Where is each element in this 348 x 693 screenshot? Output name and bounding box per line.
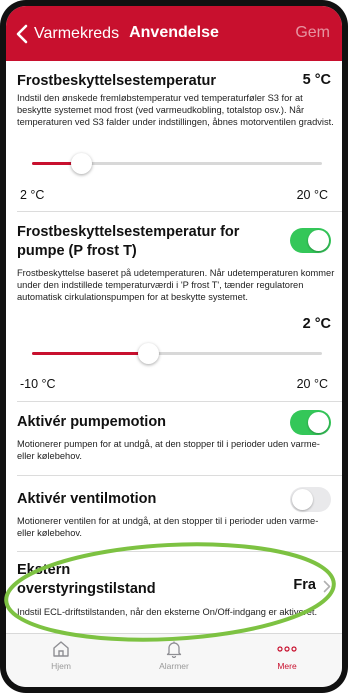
device-frame: Varmekreds Anvendelse Gem Frostbeskyttel… xyxy=(0,0,348,693)
divider xyxy=(17,211,342,212)
frost-temp-max-label: 20 °C xyxy=(296,188,328,202)
frost-pump-slider[interactable] xyxy=(32,343,322,364)
external-override-row[interactable]: Ekstern overstyringstilstand Indstil ECL… xyxy=(6,561,342,618)
tab-home[interactable]: Hjem xyxy=(31,640,91,671)
save-button[interactable]: Gem xyxy=(295,24,330,42)
chevron-right-icon xyxy=(323,580,331,593)
tab-more[interactable]: Mere xyxy=(257,640,317,671)
home-icon xyxy=(53,641,69,657)
frost-pump-description: Frostbeskyttelse baseret på udetemperatu… xyxy=(17,268,335,302)
tab-home-label: Hjem xyxy=(51,661,71,671)
frost-temp-section: Frostbeskyttelsestemperatur 5 °C Indstil… xyxy=(6,72,342,128)
more-icon xyxy=(277,646,297,652)
external-override-description: Indstil ECL-driftstilstanden, når den ek… xyxy=(17,607,318,617)
frost-pump-title: Frostbeskyttelsestemperatur for pumpe (P… xyxy=(17,224,240,259)
divider xyxy=(17,401,342,402)
bell-icon xyxy=(166,641,182,658)
valve-motion-description: Motionerer ventilen for at undgå, at den… xyxy=(17,516,319,538)
nav-header: Varmekreds Anvendelse Gem xyxy=(6,6,342,61)
divider xyxy=(17,475,342,476)
pump-motion-description: Motionerer pumpen for at undgå, at den s… xyxy=(17,439,320,461)
tab-more-label: Mere xyxy=(277,661,297,671)
frost-temp-slider[interactable] xyxy=(32,153,322,174)
tab-alarms[interactable]: Alarmer xyxy=(144,640,204,671)
pump-motion-title: Aktivér pumpemotion xyxy=(17,414,167,430)
valve-motion-title: Aktivér ventilmotion xyxy=(17,491,157,507)
page-title: Anvendelse xyxy=(129,24,219,41)
frost-temp-min-label: 2 °C xyxy=(20,188,45,202)
pump-motion-toggle[interactable] xyxy=(290,410,331,435)
app-screen: Varmekreds Anvendelse Gem Frostbeskyttel… xyxy=(6,6,342,687)
frost-pump-max-label: 20 °C xyxy=(296,377,328,391)
external-override-title-line2: overstyringstilstand xyxy=(17,581,156,597)
tab-bar: Hjem Alarmer Mere xyxy=(6,633,342,687)
external-override-value: Fra xyxy=(293,577,316,593)
frost-temp-description: Indstil den ønskede fremløbstemperatur v… xyxy=(17,93,334,127)
toggle-knob xyxy=(308,230,329,251)
frost-pump-value: 2 °C xyxy=(302,316,331,332)
slider-thumb[interactable] xyxy=(71,153,92,174)
frost-pump-toggle[interactable] xyxy=(290,228,331,253)
slider-fill xyxy=(32,352,148,355)
divider xyxy=(17,551,342,552)
toggle-knob xyxy=(292,489,313,510)
slider-thumb[interactable] xyxy=(138,343,159,364)
external-override-title-line1: Ekstern xyxy=(17,562,71,578)
frost-temp-title: Frostbeskyttelsestemperatur xyxy=(17,73,217,89)
toggle-knob xyxy=(308,412,329,433)
frost-pump-min-label: -10 °C xyxy=(20,377,56,391)
tab-alarms-label: Alarmer xyxy=(159,661,189,671)
valve-motion-toggle[interactable] xyxy=(290,487,331,512)
frost-temp-value: 5 °C xyxy=(302,72,331,88)
settings-list[interactable]: Frostbeskyttelsestemperatur 5 °C Indstil… xyxy=(6,61,342,633)
